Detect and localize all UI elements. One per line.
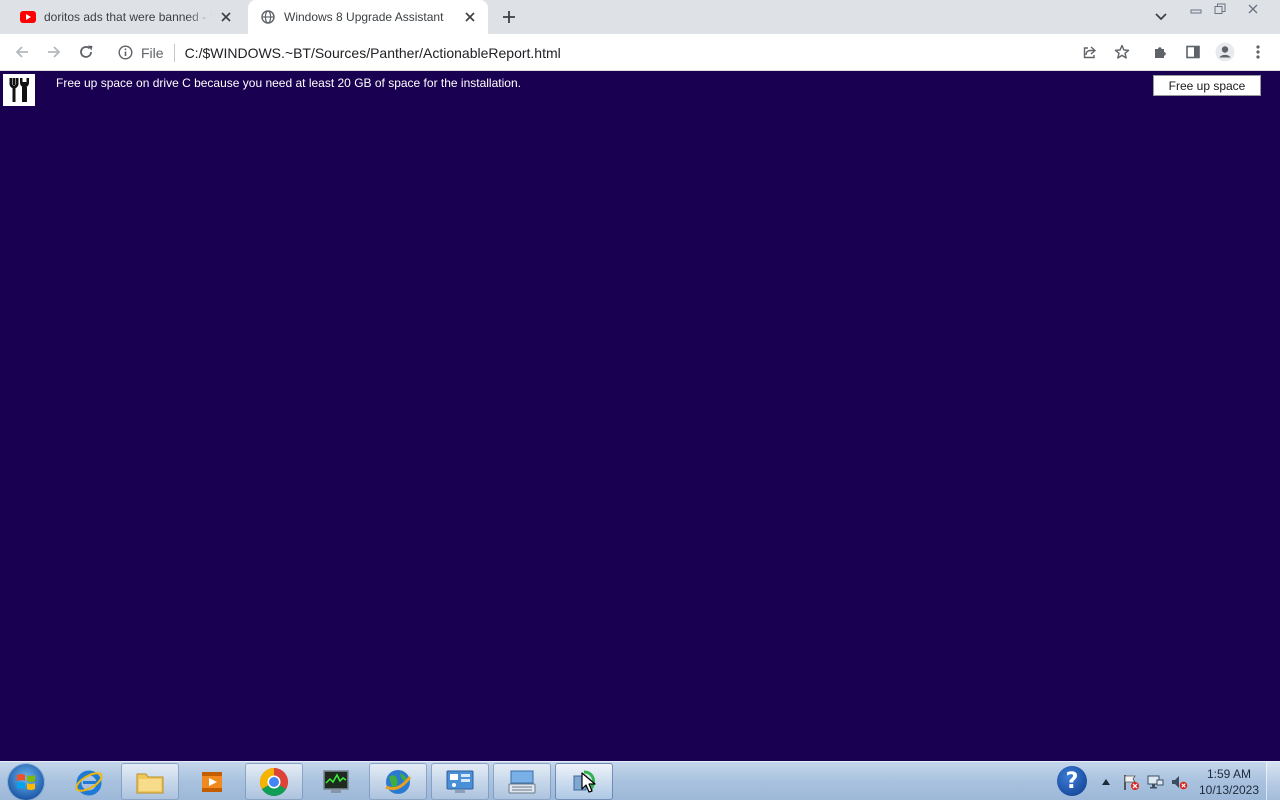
- reload-icon[interactable]: [76, 42, 96, 62]
- restore-icon[interactable]: [1209, 1, 1231, 17]
- address-separator: [173, 43, 175, 62]
- windows-taskbar: ? 1:59 AM 10/13/2023: [0, 761, 1280, 800]
- space-warning-message: Free up space on drive C because you nee…: [56, 76, 521, 90]
- show-hidden-icons-icon[interactable]: [1097, 773, 1115, 791]
- close-tab-icon[interactable]: [462, 9, 478, 25]
- show-desktop-button[interactable]: [1266, 762, 1280, 800]
- network-globe-icon[interactable]: [369, 763, 427, 800]
- site-info-button[interactable]: File: [118, 43, 164, 63]
- site-label: File: [141, 44, 164, 61]
- windows-logo-icon: [17, 774, 35, 790]
- share-icon[interactable]: [1080, 42, 1100, 62]
- close-window-icon[interactable]: [1242, 1, 1264, 17]
- action-center-flag-icon[interactable]: [1122, 773, 1140, 791]
- free-up-space-button[interactable]: Free up space: [1153, 75, 1261, 96]
- extensions-puzzle-icon[interactable]: [1151, 42, 1171, 62]
- keyboard-settings-icon[interactable]: [493, 763, 551, 800]
- profile-avatar-icon[interactable]: [1215, 42, 1235, 62]
- clock-time: 1:59 AM: [1206, 767, 1252, 781]
- network-status-icon[interactable]: [1146, 773, 1164, 791]
- new-tab-button[interactable]: [499, 7, 519, 27]
- menu-dots-icon[interactable]: [1248, 42, 1268, 62]
- file-explorer-icon[interactable]: [121, 763, 179, 800]
- windows-upgrade-icon[interactable]: [555, 763, 613, 800]
- close-tab-icon[interactable]: [218, 9, 234, 25]
- forward-arrow-icon[interactable]: [44, 42, 64, 62]
- tab-upgrade-assistant[interactable]: Windows 8 Upgrade Assistant: [248, 0, 488, 34]
- bookmark-star-icon[interactable]: [1112, 42, 1132, 62]
- media-player-icon[interactable]: [183, 763, 241, 800]
- chevron-down-icon[interactable]: [1152, 8, 1170, 26]
- upgrade-report-page: Free up space on drive C because you nee…: [0, 71, 1280, 761]
- tab-strip: doritos ads that were banned - YouTube W…: [0, 0, 1280, 34]
- address-bar[interactable]: File C:/$WINDOWS.~BT/Sources/Panther/Act…: [110, 38, 1142, 67]
- info-icon: [118, 45, 133, 60]
- tab-title: doritos ads that were banned - YouTube: [44, 10, 212, 24]
- browser-toolbar: File C:/$WINDOWS.~BT/Sources/Panther/Act…: [0, 34, 1280, 71]
- tools-icon: [3, 74, 35, 106]
- tab-title: Windows 8 Upgrade Assistant: [284, 10, 444, 24]
- task-manager-icon[interactable]: [307, 763, 365, 800]
- url-text[interactable]: C:/$WINDOWS.~BT/Sources/Panther/Actionab…: [185, 45, 561, 61]
- help-question-icon[interactable]: ?: [1057, 766, 1087, 796]
- back-arrow-icon[interactable]: [12, 42, 32, 62]
- youtube-icon: [20, 9, 36, 25]
- control-panel-icon[interactable]: [431, 763, 489, 800]
- system-clock[interactable]: 1:59 AM 10/13/2023: [1196, 766, 1262, 798]
- side-panel-icon[interactable]: [1183, 42, 1203, 62]
- internet-explorer-icon[interactable]: [60, 763, 118, 800]
- volume-muted-icon[interactable]: [1170, 773, 1188, 791]
- globe-icon: [260, 9, 276, 25]
- minimize-icon[interactable]: [1185, 1, 1207, 17]
- clock-date: 10/13/2023: [1198, 783, 1260, 797]
- tab-youtube[interactable]: doritos ads that were banned - YouTube: [8, 0, 244, 34]
- chrome-icon[interactable]: [245, 763, 303, 800]
- start-button[interactable]: [7, 763, 45, 800]
